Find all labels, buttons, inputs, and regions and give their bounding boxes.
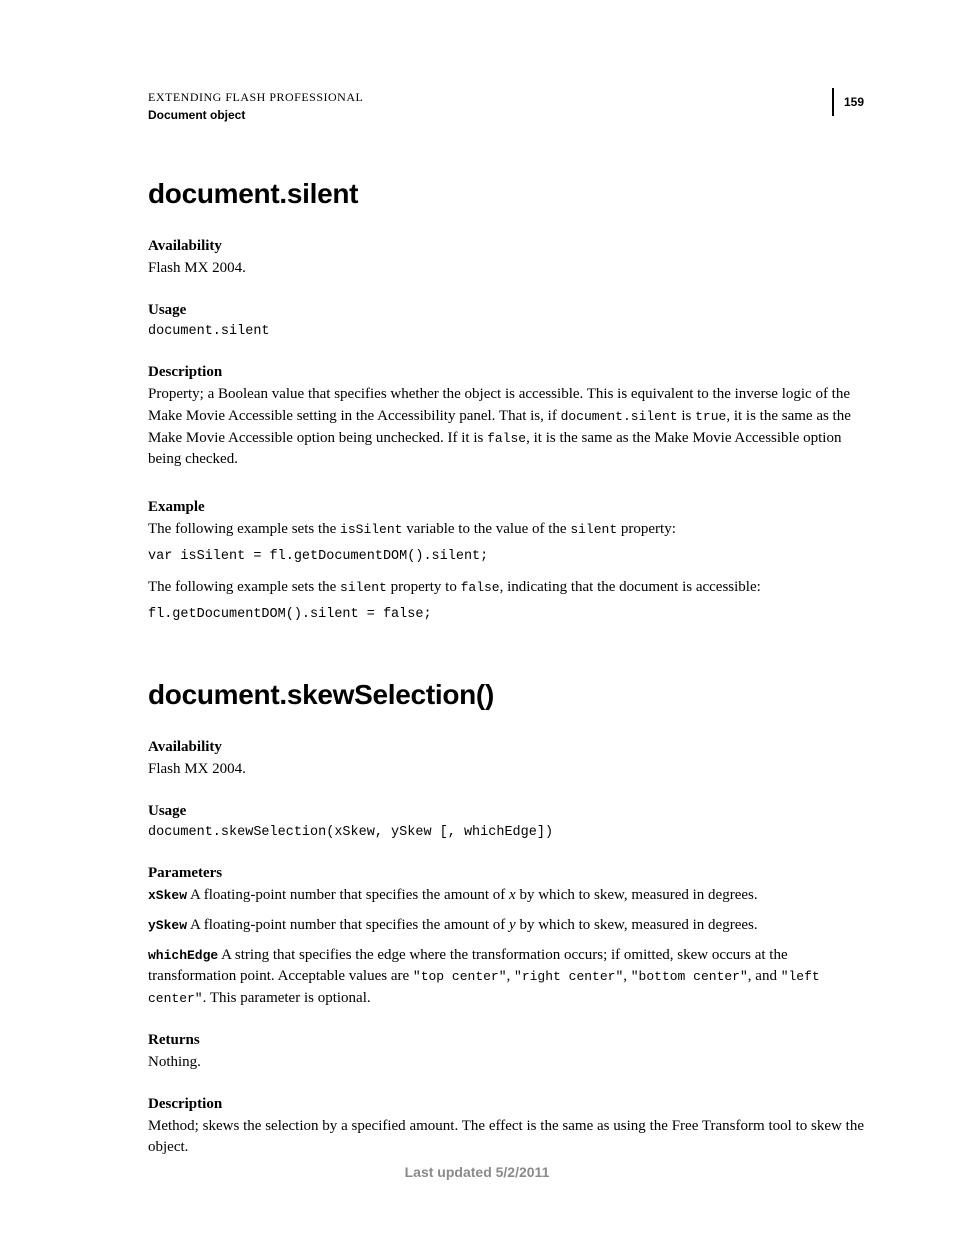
header-left: EXTENDING FLASH PROFESSIONAL Document ob…	[148, 88, 363, 124]
ex1-ca: isSilent	[340, 522, 402, 537]
param1-ta: A floating-point number that specifies t…	[187, 887, 509, 903]
example-code-2: fl.getDocumentDOM().silent = false;	[148, 605, 864, 625]
param3-c2: "right center"	[514, 969, 623, 984]
param2-tb: by which to skew, measured in degrees.	[516, 917, 758, 933]
param3-tb: . This parameter is optional.	[203, 990, 371, 1006]
doc-title: EXTENDING FLASH PROFESSIONAL	[148, 88, 363, 106]
param-xskew: xSkew A floating-point number that speci…	[148, 885, 864, 907]
param1-tb: by which to skew, measured in degrees.	[516, 887, 758, 903]
availability-label: Availability	[148, 238, 864, 255]
param3-c3: "bottom center"	[631, 969, 748, 984]
example-text-1: The following example sets the isSilent …	[148, 519, 864, 541]
usage-label-2: Usage	[148, 803, 864, 820]
desc-c2: true	[695, 409, 726, 424]
doc-subtitle: Document object	[148, 106, 363, 124]
param1-name: xSkew	[148, 888, 187, 903]
description-label: Description	[148, 364, 864, 381]
param2-i: y	[509, 917, 516, 933]
description-label-2: Description	[148, 1096, 864, 1113]
example-code-1: var isSilent = fl.getDocumentDOM().silen…	[148, 547, 864, 567]
page-footer: Last updated 5/2/2011	[0, 1164, 954, 1180]
availability-label-2: Availability	[148, 739, 864, 756]
param3-s2: ,	[623, 968, 631, 984]
returns-label: Returns	[148, 1032, 864, 1049]
desc-c1: document.silent	[561, 409, 678, 424]
ex2-ta: The following example sets the	[148, 579, 340, 595]
param-yskew: ySkew A floating-point number that speci…	[148, 915, 864, 937]
ex2-cb: false	[461, 580, 500, 595]
param1-i: x	[509, 887, 516, 903]
ex1-tc: property:	[617, 521, 676, 537]
usage-code: document.silent	[148, 322, 864, 342]
section-heading-skew: document.skewSelection()	[148, 679, 864, 711]
ex1-tb: variable to the value of the	[402, 521, 570, 537]
ex2-tc: , indicating that the document is access…	[500, 579, 761, 595]
returns-text: Nothing.	[148, 1052, 864, 1074]
ex1-cb: silent	[570, 522, 617, 537]
param3-s1: ,	[507, 968, 515, 984]
usage-label: Usage	[148, 302, 864, 319]
page-header: EXTENDING FLASH PROFESSIONAL Document ob…	[148, 88, 864, 124]
description-text-2: Method; skews the selection by a specifi…	[148, 1116, 864, 1160]
parameters-label: Parameters	[148, 865, 864, 882]
example-text-2: The following example sets the silent pr…	[148, 577, 864, 599]
page-number: 159	[832, 88, 864, 116]
ex2-tb: property to	[387, 579, 461, 595]
desc-t2: is	[678, 408, 696, 424]
param3-name: whichEdge	[148, 948, 218, 963]
description-text: Property; a Boolean value that specifies…	[148, 384, 864, 471]
param2-ta: A floating-point number that specifies t…	[187, 917, 509, 933]
availability-text-2: Flash MX 2004.	[148, 759, 864, 781]
usage-code-2: document.skewSelection(xSkew, ySkew [, w…	[148, 823, 864, 843]
ex2-ca: silent	[340, 580, 387, 595]
ex1-ta: The following example sets the	[148, 521, 340, 537]
section-heading-silent: document.silent	[148, 178, 864, 210]
availability-text: Flash MX 2004.	[148, 258, 864, 280]
param2-name: ySkew	[148, 918, 187, 933]
param-whichedge: whichEdge A string that specifies the ed…	[148, 945, 864, 1010]
param3-s3: , and	[748, 968, 781, 984]
param3-c1: "top center"	[413, 969, 507, 984]
example-label: Example	[148, 499, 864, 516]
desc-c3: false	[487, 431, 526, 446]
